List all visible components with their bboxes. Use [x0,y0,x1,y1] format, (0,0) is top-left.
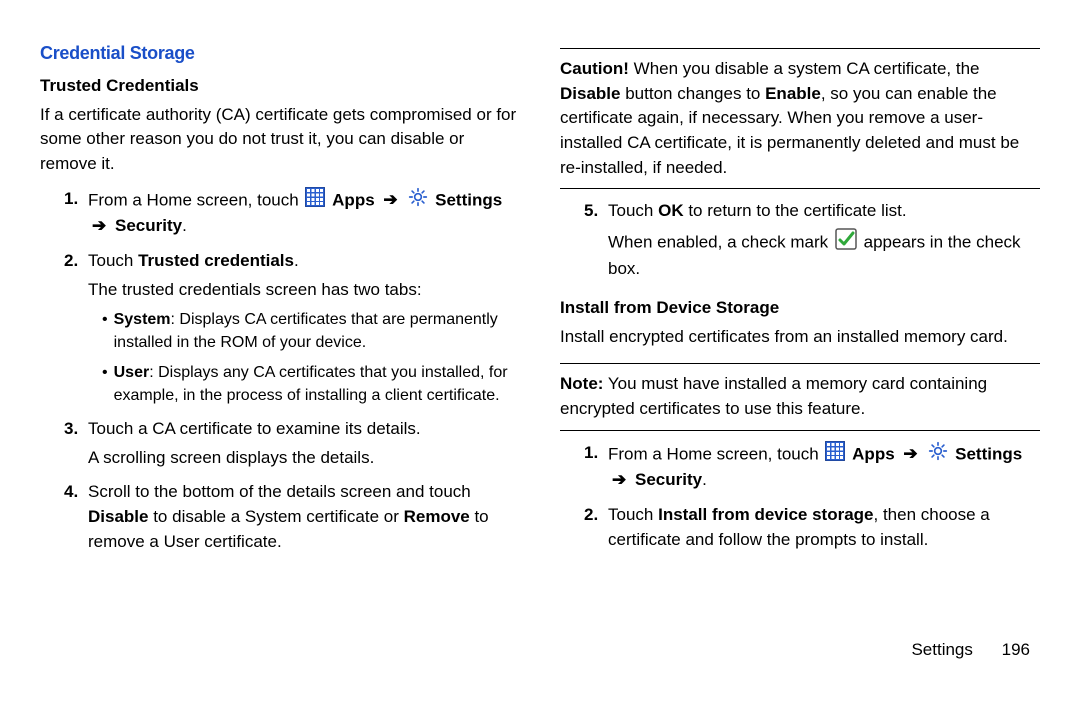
settings-label: Settings [955,444,1022,463]
step1-prefix: From a Home screen, touch [88,190,303,209]
arrow-icon: ➔ [612,470,626,489]
r-step-2: 2. Touch Install from device storage, th… [584,503,1040,552]
apps-grid-icon [305,187,325,215]
step4-b1: Disable [88,507,148,526]
caution-block: Caution! When you disable a system CA ce… [560,57,1040,180]
r-step2-prefix: Touch [608,505,658,524]
right-column: Caution! When you disable a system CA ce… [560,40,1040,630]
step-3: 3. Touch a CA certificate to examine its… [64,417,520,470]
step-content: Touch Trusted credentials. The trusted c… [88,249,520,407]
caution-b1: Disable [560,84,620,103]
step-content: Touch a CA certificate to examine its de… [88,417,520,470]
bullet2-bold: User [114,364,150,381]
step-content: Touch OK to return to the certificate li… [608,199,1040,282]
caution-b2: Enable [765,84,821,103]
arrow-icon: ➔ [903,444,917,463]
apps-label: Apps [852,444,895,463]
r-step1-prefix: From a Home screen, touch [608,444,823,463]
steps-right-bottom: 1. From a Home screen, touch Apps ➔ Sett… [560,441,1040,553]
checkmark-icon [835,228,857,258]
security-label: Security [115,216,182,235]
footer-page: 196 [1002,640,1030,659]
step5-suffix: to return to the certificate list. [684,201,907,220]
steps-left: 1. From a Home screen, touch Apps ➔ Sett… [40,187,520,555]
step-number: 3. [64,417,88,470]
step2-bold: Trusted credentials [138,251,294,270]
note-text: You must have installed a memory card co… [560,374,987,418]
caution-bold: Caution! [560,59,629,78]
step-number: 4. [64,480,88,554]
trusted-credentials-heading: Trusted Credentials [40,74,520,99]
step5-bold: OK [658,201,684,220]
step5-extra-a: When enabled, a check mark [608,232,833,251]
divider [560,188,1040,189]
note-block: Note: You must have installed a memory c… [560,372,1040,421]
page-footer: Settings 196 [0,640,1080,660]
step-number: 1. [584,441,608,493]
step-number: 2. [584,503,608,552]
step-5: 5. Touch OK to return to the certificate… [584,199,1040,282]
step5-prefix: Touch [608,201,658,220]
arrow-icon: ➔ [92,216,106,235]
step3-extra: A scrolling screen displays the details. [88,446,520,471]
section-title: Credential Storage [40,40,520,66]
bullet1-bold: System [114,311,171,328]
r-step-1: 1. From a Home screen, touch Apps ➔ Sett… [584,441,1040,493]
step2-prefix: Touch [88,251,138,270]
steps-right-top: 5. Touch OK to return to the certificate… [560,199,1040,282]
trusted-credentials-intro: If a certificate authority (CA) certific… [40,103,520,177]
step-content: From a Home screen, touch Apps ➔ Setting… [608,441,1040,493]
bullet1-text: : Displays CA certificates that are perm… [114,311,498,351]
install-heading: Install from Device Storage [560,296,1040,321]
step4-p1: Scroll to the bottom of the details scre… [88,482,471,501]
left-column: Credential Storage Trusted Credentials I… [40,40,520,630]
step-content: Touch Install from device storage, then … [608,503,1040,552]
security-label: Security [635,470,702,489]
divider [560,363,1040,364]
step-4: 4. Scroll to the bottom of the details s… [64,480,520,554]
caution-t1: When you disable a system CA certificate… [629,59,980,78]
arrow-icon: ➔ [383,190,397,209]
step2-period: . [294,251,299,270]
step4-mid: to disable a System certificate or [148,507,403,526]
apps-label: Apps [332,190,375,209]
step4-b2: Remove [404,507,470,526]
step3-text: Touch a CA certificate to examine its de… [88,419,421,438]
step2-extra: The trusted credentials screen has two t… [88,278,520,303]
settings-label: Settings [435,190,502,209]
caution-t2: button changes to [620,84,765,103]
footer-label: Settings [911,640,972,659]
step-content: From a Home screen, touch Apps ➔ Setting… [88,187,520,239]
bullet-system: • System: Displays CA certificates that … [102,308,520,354]
step-1: 1. From a Home screen, touch Apps ➔ Sett… [64,187,520,239]
step5-extra: When enabled, a check mark appears in th… [608,228,1040,282]
divider [560,430,1040,431]
step-number: 2. [64,249,88,407]
step-number: 5. [584,199,608,282]
page-container: Credential Storage Trusted Credentials I… [0,0,1080,640]
step-2: 2. Touch Trusted credentials. The truste… [64,249,520,407]
r-step2-bold: Install from device storage [658,505,873,524]
gear-icon [408,187,428,215]
step-content: Scroll to the bottom of the details scre… [88,480,520,554]
install-intro: Install encrypted certificates from an i… [560,325,1040,350]
divider [560,48,1040,49]
step-number: 1. [64,187,88,239]
apps-grid-icon [825,441,845,469]
gear-icon [928,441,948,469]
bullet-user: • User: Displays any CA certificates tha… [102,361,520,407]
note-bold: Note: [560,374,603,393]
bullet2-text: : Displays any CA certificates that you … [114,364,508,404]
